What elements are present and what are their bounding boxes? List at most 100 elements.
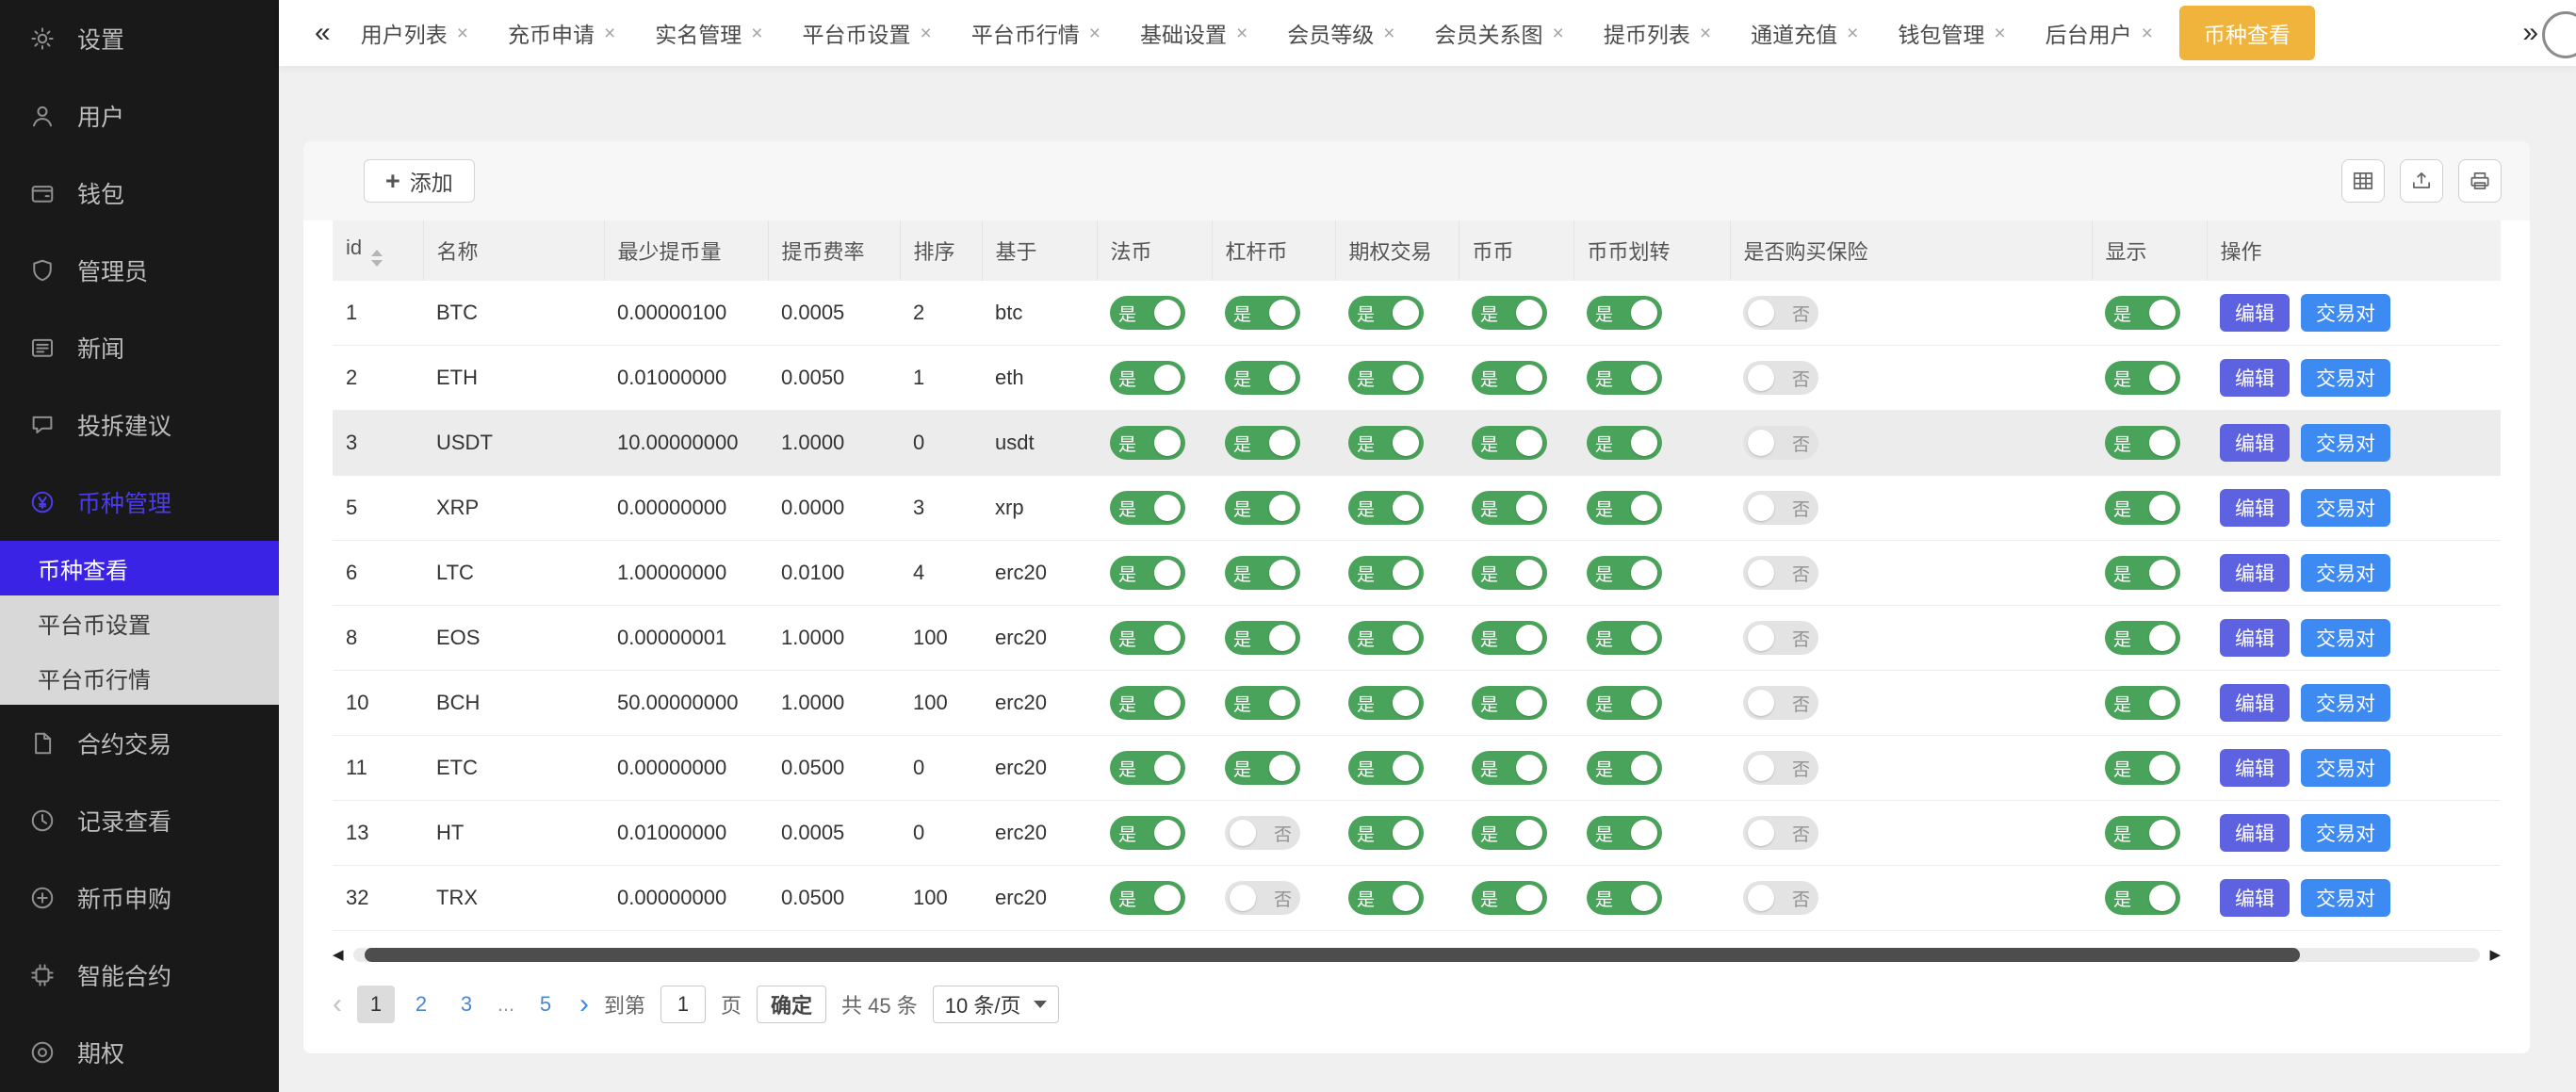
page-number-button[interactable]: 5 xyxy=(527,986,564,1023)
trade-pair-button[interactable]: 交易对 xyxy=(2301,554,2390,592)
tab-close-icon[interactable]: × xyxy=(920,24,931,43)
tab-close-icon[interactable]: × xyxy=(604,24,615,43)
lever-toggle[interactable]: 是 xyxy=(1225,751,1300,785)
lever-toggle[interactable]: 否 xyxy=(1225,816,1300,850)
transfer-toggle[interactable]: 是 xyxy=(1587,426,1662,460)
edit-button[interactable]: 编辑 xyxy=(2220,489,2290,527)
show-toggle[interactable]: 是 xyxy=(2105,556,2180,590)
coin-toggle[interactable]: 是 xyxy=(1472,751,1547,785)
edit-button[interactable]: 编辑 xyxy=(2220,814,2290,852)
page-number-active[interactable]: 1 xyxy=(357,986,395,1023)
lever-toggle[interactable]: 是 xyxy=(1225,556,1300,590)
transfer-toggle[interactable]: 是 xyxy=(1587,556,1662,590)
legal-toggle[interactable]: 是 xyxy=(1110,751,1185,785)
coin-toggle[interactable]: 是 xyxy=(1472,296,1547,330)
show-toggle[interactable]: 是 xyxy=(2105,751,2180,785)
show-toggle[interactable]: 是 xyxy=(2105,426,2180,460)
edit-button[interactable]: 编辑 xyxy=(2220,424,2290,462)
insurance-toggle[interactable]: 否 xyxy=(1743,296,1818,330)
tab-item-active[interactable]: 币种查看 xyxy=(2179,6,2315,60)
show-toggle[interactable]: 是 xyxy=(2105,621,2180,655)
tab-close-icon[interactable]: × xyxy=(751,24,762,43)
insurance-toggle[interactable]: 否 xyxy=(1743,751,1818,785)
option-toggle[interactable]: 是 xyxy=(1348,556,1424,590)
option-toggle[interactable]: 是 xyxy=(1348,361,1424,395)
option-toggle[interactable]: 是 xyxy=(1348,686,1424,720)
legal-toggle[interactable]: 是 xyxy=(1110,361,1185,395)
transfer-toggle[interactable]: 是 xyxy=(1587,881,1662,915)
sidebar-item[interactable]: 新闻 xyxy=(0,309,279,386)
option-toggle[interactable]: 是 xyxy=(1348,881,1424,915)
option-toggle[interactable]: 是 xyxy=(1348,621,1424,655)
sidebar-subitem[interactable]: 币种查看 xyxy=(0,541,279,595)
legal-toggle[interactable]: 是 xyxy=(1110,621,1185,655)
coin-toggle[interactable]: 是 xyxy=(1472,881,1547,915)
show-toggle[interactable]: 是 xyxy=(2105,686,2180,720)
insurance-toggle[interactable]: 否 xyxy=(1743,556,1818,590)
sidebar-item[interactable]: 设置 xyxy=(0,0,279,77)
page-number-button[interactable]: 2 xyxy=(402,986,440,1023)
legal-toggle[interactable]: 是 xyxy=(1110,491,1185,525)
sidebar-item[interactable]: 期权 xyxy=(0,1014,279,1091)
tab-item[interactable]: 平台币设置× xyxy=(789,8,944,57)
transfer-toggle[interactable]: 是 xyxy=(1587,491,1662,525)
trade-pair-button[interactable]: 交易对 xyxy=(2301,359,2390,397)
legal-toggle[interactable]: 是 xyxy=(1110,881,1185,915)
insurance-toggle[interactable]: 否 xyxy=(1743,491,1818,525)
insurance-toggle[interactable]: 否 xyxy=(1743,361,1818,395)
trade-pair-button[interactable]: 交易对 xyxy=(2301,619,2390,657)
page-size-select[interactable]: 10 条/页 xyxy=(933,986,1060,1023)
tab-item[interactable]: 平台币行情× xyxy=(958,8,1114,57)
tab-close-icon[interactable]: × xyxy=(1089,24,1101,43)
tab-close-icon[interactable]: × xyxy=(457,24,468,43)
edit-button[interactable]: 编辑 xyxy=(2220,879,2290,917)
tab-item[interactable]: 通道充值× xyxy=(1737,8,1871,57)
coin-toggle[interactable]: 是 xyxy=(1472,816,1547,850)
tab-item[interactable]: 会员等级× xyxy=(1274,8,1408,57)
legal-toggle[interactable]: 是 xyxy=(1110,816,1185,850)
sidebar-item[interactable]: 投拆建议 xyxy=(0,386,279,464)
scrollbar-track[interactable] xyxy=(353,948,2481,962)
option-toggle[interactable]: 是 xyxy=(1348,296,1424,330)
coin-toggle[interactable]: 是 xyxy=(1472,491,1547,525)
tab-close-icon[interactable]: × xyxy=(2142,24,2153,43)
show-toggle[interactable]: 是 xyxy=(2105,296,2180,330)
trade-pair-button[interactable]: 交易对 xyxy=(2301,294,2390,332)
avatar[interactable] xyxy=(2542,11,2576,58)
tab-item[interactable]: 实名管理× xyxy=(642,8,775,57)
tab-close-icon[interactable]: × xyxy=(1236,24,1247,43)
insurance-toggle[interactable]: 否 xyxy=(1743,686,1818,720)
edit-button[interactable]: 编辑 xyxy=(2220,684,2290,722)
insurance-toggle[interactable]: 否 xyxy=(1743,426,1818,460)
prev-page-button[interactable]: ‹ xyxy=(333,990,342,1019)
coin-toggle[interactable]: 是 xyxy=(1472,361,1547,395)
trade-pair-button[interactable]: 交易对 xyxy=(2301,879,2390,917)
show-toggle[interactable]: 是 xyxy=(2105,816,2180,850)
option-toggle[interactable]: 是 xyxy=(1348,751,1424,785)
lever-toggle[interactable]: 是 xyxy=(1225,296,1300,330)
lever-toggle[interactable]: 是 xyxy=(1225,621,1300,655)
column-header-id[interactable]: id xyxy=(333,220,423,281)
next-page-button[interactable]: › xyxy=(579,990,589,1019)
print-button[interactable] xyxy=(2458,159,2502,203)
sidebar-item[interactable]: 钱包 xyxy=(0,155,279,232)
legal-toggle[interactable]: 是 xyxy=(1110,686,1185,720)
columns-button[interactable] xyxy=(2341,159,2385,203)
transfer-toggle[interactable]: 是 xyxy=(1587,361,1662,395)
tab-close-icon[interactable]: × xyxy=(1700,24,1711,43)
sidebar-item[interactable]: 智能合约 xyxy=(0,937,279,1014)
edit-button[interactable]: 编辑 xyxy=(2220,749,2290,787)
trade-pair-button[interactable]: 交易对 xyxy=(2301,814,2390,852)
tab-close-icon[interactable]: × xyxy=(1994,24,2005,43)
show-toggle[interactable]: 是 xyxy=(2105,491,2180,525)
option-toggle[interactable]: 是 xyxy=(1348,426,1424,460)
sidebar-item[interactable]: 币种管理 xyxy=(0,464,279,541)
tab-close-icon[interactable]: × xyxy=(1847,24,1858,43)
lever-toggle[interactable]: 是 xyxy=(1225,361,1300,395)
show-toggle[interactable]: 是 xyxy=(2105,881,2180,915)
coin-toggle[interactable]: 是 xyxy=(1472,426,1547,460)
trade-pair-button[interactable]: 交易对 xyxy=(2301,684,2390,722)
transfer-toggle[interactable]: 是 xyxy=(1587,686,1662,720)
lever-toggle[interactable]: 是 xyxy=(1225,491,1300,525)
tab-item[interactable]: 会员关系图× xyxy=(1422,8,1577,57)
